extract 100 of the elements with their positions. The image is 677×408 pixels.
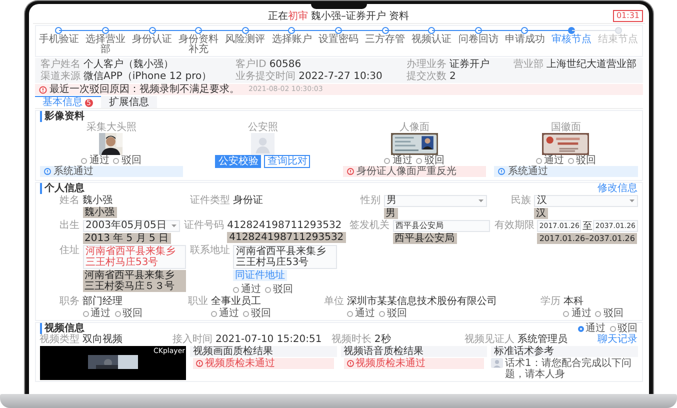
ocr-snippet: 汉 [534,208,548,219]
radio-option[interactable]: 通过 [346,308,375,319]
image-caption: 人像面 [399,122,430,133]
field-label: 联系地址 [190,245,230,256]
field-label: 签发机关 [350,220,390,231]
field-value: 身份证 [233,195,263,206]
countdown-timer: 01:31 [613,10,642,22]
field-label: 客户ID [236,59,266,70]
field-label: 业务提交时间 [236,71,296,82]
radio-option[interactable]: 通过 [82,308,110,319]
radio-option[interactable]: 驳回 [265,284,293,295]
field-label: 有效期限 [494,220,534,231]
step-label: 手机验证 [38,35,79,45]
field-value: 2021-07-10 15:20:51 [216,334,322,345]
range-separator: 至 [582,220,592,232]
radio-option[interactable]: 通过 [384,155,412,166]
ocr-snippet: 2013 年 5 月 5 日 [82,233,171,244]
step-label: 身份资料补充 [178,35,220,55]
ocr-snippet: 2017.01.26–2037.01.26 [537,233,637,244]
warning-icon [346,360,354,367]
info-icon [346,168,354,175]
image-caption: 采集大头照 [86,122,136,133]
radio-option[interactable]: 通过 [563,308,592,319]
info-icon [498,168,505,175]
ocr-snippet: 魏小强 [82,207,116,218]
field-label: 客户姓名 [40,59,80,70]
field-label: 办理业务 [406,59,446,70]
field-value: 双向视频 [82,334,122,345]
ocr-snippet: 412824198711293532 [227,232,346,243]
radio-option[interactable]: 通过 [81,155,110,166]
tab[interactable]: 扩展信息 [100,96,157,108]
radio-option[interactable]: 驳回 [114,308,142,319]
ocr-snippet: 男 [384,208,398,219]
radio-option[interactable]: 通过 [233,284,261,295]
field-label: 性别 [359,195,380,206]
person-placeholder-icon [250,133,275,155]
field-value: 证券开户 [449,59,490,70]
field-label: 视频类型 [40,334,80,345]
step-label: 视频认证 [412,35,452,45]
step-label: 审核节点 [552,35,592,45]
field-label: 民族 [510,195,531,206]
text-area[interactable]: 河南省西平县来集乡三王村马庄53号 [82,245,186,269]
panel-header: 视频画面质检结果 [190,346,336,357]
field-label: 职务 [58,296,80,307]
field-value: 系统管理员 [517,334,568,345]
field-label: 证件号码 [184,220,224,231]
step-label: 选择营业部 [84,35,126,55]
radio-option[interactable]: 驳回 [610,323,638,334]
section-title: 个人信息 [40,183,84,194]
ocr-snippet: 河南省西平县来集乡三王村委马庄５３号 [82,270,186,292]
field-value: 深圳市某某信息技术股份有限公司 [346,296,497,307]
ocr-snippet: 西平县公安局 [392,233,457,244]
text-area[interactable]: 河南省西平县来集乡三王村马庄53号 [233,245,336,269]
field-label: 住址 [58,245,80,256]
radio-option[interactable]: 通过 [536,155,564,166]
field-label: 接入时间 [172,334,213,345]
field-value: 60586 [269,59,302,70]
field-value: 部门经理 [82,296,122,307]
step-label: 风险测评 [225,35,266,45]
field-label: 营业部 [514,59,544,70]
field-label: 出生 [58,220,80,231]
image-caption: 公安照 [248,122,278,133]
dropdown-field[interactable]: 男 [384,195,487,207]
info-icon [44,168,50,175]
step-label: 身份认证 [132,35,172,45]
dropdown-field[interactable]: 汉 [534,195,638,207]
field-value: 魏小强 [82,195,112,206]
radio-option[interactable]: 驳回 [113,155,142,166]
field-value: 全事业员工 [211,296,262,307]
radio-option[interactable]: 通过 [211,308,240,319]
radio-option[interactable]: 驳回 [378,308,407,319]
field-label: 证件类型 [190,195,230,206]
warning-icon [38,86,46,94]
dropdown-field[interactable]: 2003年05月05日 [82,220,180,232]
section-title: 视频信息 [40,323,84,334]
radio-option[interactable]: 驳回 [568,155,596,166]
panel-header: 标准话术参考 [491,346,638,357]
status-note-text: 系统通过 [508,166,548,177]
section-title: 影像资料 [40,111,84,122]
caret-icon [478,199,484,203]
caret-icon [171,224,178,228]
field-value: 2 [449,71,456,82]
step-label: 结束节点 [598,35,638,45]
field-label: 视频见证人 [464,334,514,345]
status-note-text: 系统通过 [54,166,94,177]
input-field[interactable]: 西平县公安局 [392,220,490,232]
radio-option[interactable]: 驳回 [595,308,624,319]
page-title: 正在初审 魏小强–证券开户 资料 [268,11,410,22]
alert-text: 最近一次驳回原因：视频录制不满足要求。 [50,84,240,95]
image-caption: 国徽面 [550,122,581,133]
radio-option[interactable]: 驳回 [416,155,444,166]
field-value: 个人客户（魏小强） [84,59,174,70]
field-value: 微信APP（iPhone 12 pro） [84,71,212,82]
step-label: 选择账户 [272,35,312,45]
result-text: 视频质检未通过 [205,358,275,369]
caret-icon [628,199,634,203]
radio-option[interactable]: 通过 [578,323,606,334]
radio-option[interactable]: 驳回 [243,308,272,319]
result-text: 视频质检未通过 [356,358,426,369]
field-value: 412824198711293532 [227,220,342,231]
